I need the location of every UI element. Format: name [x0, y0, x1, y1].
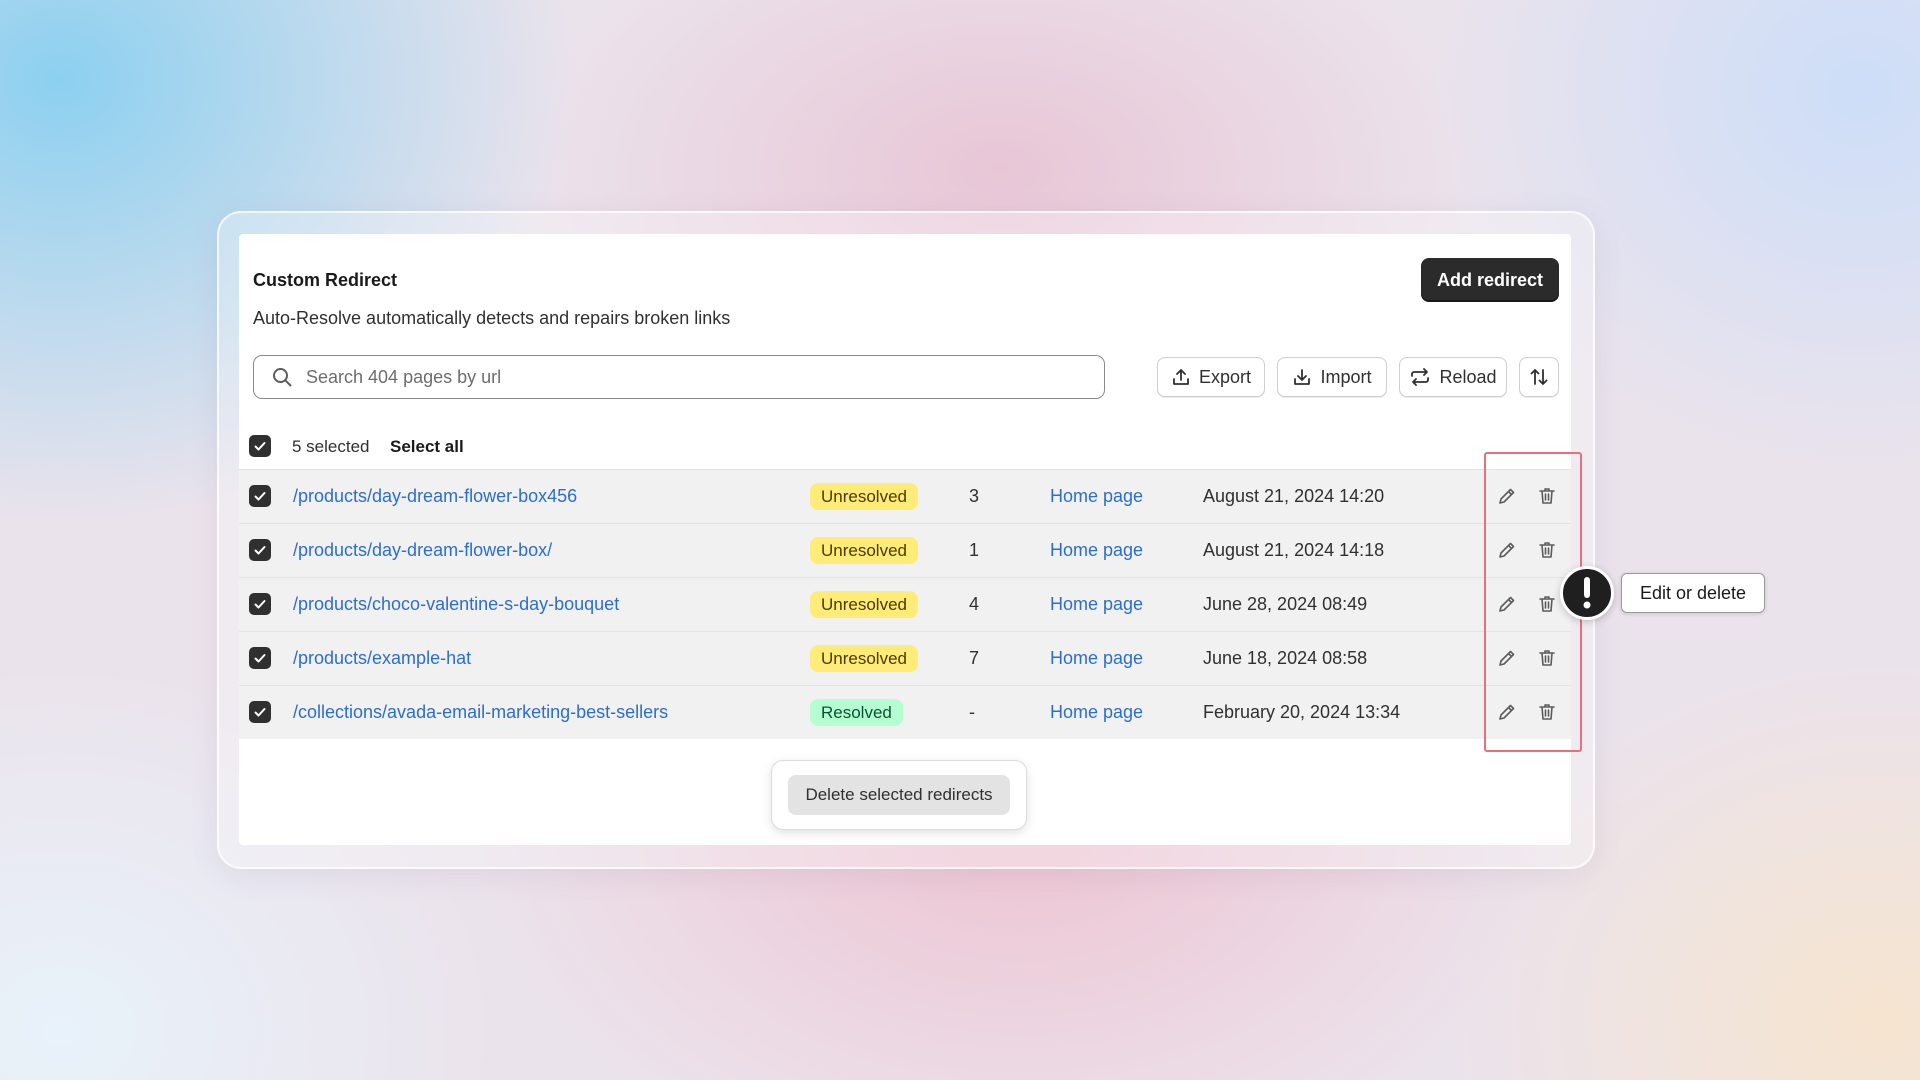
page-title: Custom Redirect — [253, 270, 398, 290]
hit-count: 3 — [969, 486, 980, 506]
hit-count: 1 — [969, 540, 980, 560]
import-button[interactable]: Import — [1277, 357, 1387, 397]
status-badge: Resolved — [810, 699, 903, 726]
redirect-url-link[interactable]: /products/example-hat — [293, 648, 471, 669]
status-badge: Unresolved — [810, 483, 918, 510]
hit-count: 4 — [969, 594, 980, 614]
table-row: /products/day-dream-flower-box456 Unreso… — [239, 469, 1571, 523]
row-checkbox[interactable] — [249, 485, 271, 507]
checkmark-icon — [254, 492, 266, 501]
import-label: Import — [1320, 366, 1372, 387]
search-field[interactable] — [253, 355, 1105, 399]
status-badge: Unresolved — [810, 645, 918, 672]
redirect-url-link[interactable]: /products/day-dream-flower-box/ — [293, 540, 552, 561]
status-badge: Unresolved — [810, 591, 918, 618]
export-button[interactable]: Export — [1157, 357, 1265, 397]
custom-redirect-card: Custom Redirect Auto-Resolve automatical… — [239, 234, 1571, 845]
redirect-url-link[interactable]: /collections/avada-email-marketing-best-… — [293, 702, 668, 723]
checkmark-icon — [254, 654, 266, 663]
row-checkbox[interactable] — [249, 539, 271, 561]
checkmark-icon — [254, 600, 266, 609]
table-row: /collections/avada-email-marketing-best-… — [239, 685, 1571, 739]
edit-or-delete-tooltip: Edit or delete — [1621, 573, 1766, 613]
reload-button[interactable]: Reload — [1399, 357, 1507, 397]
target-link[interactable]: Home page — [1050, 594, 1143, 615]
reload-icon — [1411, 368, 1430, 386]
row-checkbox[interactable] — [249, 593, 271, 615]
row-checkbox[interactable] — [249, 647, 271, 669]
target-link[interactable]: Home page — [1050, 648, 1143, 669]
target-link[interactable]: Home page — [1050, 702, 1143, 723]
export-icon — [1173, 369, 1189, 385]
sort-icon — [1530, 369, 1548, 385]
row-checkbox[interactable] — [249, 701, 271, 723]
table-row: /products/choco-valentine-s-day-bouquet … — [239, 577, 1571, 631]
table-row: /products/example-hat Unresolved 7 Home … — [239, 631, 1571, 685]
page-subtitle: Auto-Resolve automatically detects and r… — [253, 308, 731, 328]
add-redirect-button[interactable]: Add redirect — [1421, 258, 1559, 302]
status-badge: Unresolved — [810, 537, 918, 564]
target-link[interactable]: Home page — [1050, 540, 1143, 561]
search-icon — [273, 368, 292, 387]
hit-count: 7 — [969, 648, 980, 668]
import-icon — [1294, 369, 1311, 385]
table-row: /products/day-dream-flower-box/ Unresolv… — [239, 523, 1571, 577]
redirect-url-link[interactable]: /products/choco-valentine-s-day-bouquet — [293, 594, 619, 615]
delete-selected-button[interactable]: Delete selected redirects — [788, 775, 1010, 815]
last-seen-date: August 21, 2024 14:20 — [1203, 486, 1385, 506]
redirect-url-link[interactable]: /products/day-dream-flower-box456 — [293, 486, 577, 507]
checkmark-icon — [254, 708, 266, 717]
reload-label: Reload — [1439, 366, 1497, 387]
exclamation-icon — [1583, 577, 1591, 609]
checkmark-icon — [254, 546, 266, 555]
select-all-checkbox[interactable] — [249, 435, 271, 457]
last-seen-date: June 28, 2024 08:49 — [1203, 594, 1368, 614]
bulk-action-bar: Delete selected redirects — [771, 760, 1027, 830]
sort-button[interactable] — [1519, 357, 1559, 397]
hit-count: - — [969, 702, 975, 722]
selected-count: 5 selected — [292, 437, 370, 456]
last-seen-date: June 18, 2024 08:58 — [1203, 648, 1368, 668]
last-seen-date: August 21, 2024 14:18 — [1203, 540, 1385, 560]
target-link[interactable]: Home page — [1050, 486, 1143, 507]
export-label: Export — [1198, 366, 1252, 387]
redirect-list: /products/day-dream-flower-box456 Unreso… — [239, 469, 1571, 739]
select-all-link[interactable]: Select all — [390, 437, 464, 457]
checkmark-icon — [254, 442, 266, 451]
search-input[interactable] — [304, 365, 1088, 389]
alert-icon — [1560, 566, 1614, 620]
selection-bar: 5 selected Select all — [249, 434, 1549, 460]
last-seen-date: February 20, 2024 13:34 — [1203, 702, 1401, 722]
